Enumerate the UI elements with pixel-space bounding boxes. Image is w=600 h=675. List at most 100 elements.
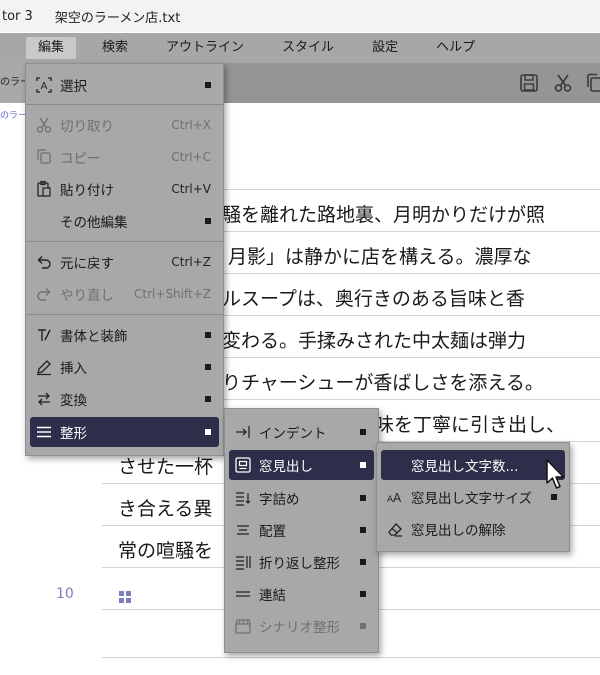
edit-menu: A 選択 切り取り Ctrl+X コピー Ctrl+C 貼り付け Ctrl+V [25,63,224,456]
cut-icon [36,117,52,133]
shortcut-label: Ctrl+C [171,150,211,164]
menu-item-redo[interactable]: やり直し Ctrl+Shift+Z [30,279,219,309]
svg-text:A: A [393,491,402,505]
menu-item-format[interactable]: 整形 [30,417,219,447]
menu-item-other-edit[interactable]: その他編集 [30,206,219,236]
menu-item-indent[interactable]: インデント [229,417,374,447]
menu-lines-icon [37,426,51,438]
menu-item-label: 連結 [259,588,286,604]
menu-item-copy[interactable]: コピー Ctrl+C [30,142,219,172]
menu-item-undo[interactable]: 元に戻す Ctrl+Z [30,247,219,277]
submenu-indicator [360,495,366,501]
submenu-indicator [360,623,366,629]
menu-item-heading-char-count[interactable]: 窓見出し文字数... [381,450,565,480]
menu-item-heading-font-size[interactable]: A A 窓見出し文字サイズ [381,482,565,512]
text-line: が変わる。手揉みされた中太麺は弾力 [203,330,527,352]
menu-item-scenario-format[interactable]: シナリオ整形 [229,611,374,641]
menu-item-label: 窓見出し文字数... [411,459,519,475]
clapperboard-icon [235,619,251,634]
mouse-cursor-icon [546,459,565,489]
font-style-icon [38,329,51,341]
menu-help[interactable]: ヘルプ [424,37,487,59]
file-title: 架空のラーメン店.txt [54,10,181,26]
paste-icon [37,180,51,197]
pen-icon [37,360,51,376]
menu-item-alignment[interactable]: 配置 [229,515,374,545]
title-bar: tor 3 架空のラーメン店.txt [0,0,600,32]
font-size-icon: A A [387,491,402,505]
menu-item-font-decoration[interactable]: 書体と装飾 [30,320,219,350]
menu-item-heading-remove[interactable]: 窓見出しの解除 [381,514,565,544]
join-lines-icon [236,591,250,597]
menu-item-label: やり直し [60,288,114,304]
format-submenu: インデント 窓見出し 字詰め 配置 折り返し整形 連結 シナリオ整形 [224,408,379,653]
menu-style[interactable]: スタイル [270,37,346,59]
menu-item-insert[interactable]: 挿入 [30,352,219,382]
menu-item-label: 変換 [60,393,87,409]
submenu-indicator [205,396,211,402]
menu-item-label: シナリオ整形 [259,620,340,636]
menu-item-label: 挿入 [60,361,87,377]
window-heading-submenu: 窓見出し文字数... A A 窓見出し文字サイズ 窓見出しの解除 [376,442,570,552]
submenu-indicator [205,218,211,224]
submenu-indicator [360,591,366,597]
submenu-indicator [205,332,211,338]
window-heading-icon [235,457,251,473]
svg-text:A: A [41,81,48,92]
submenu-indicator [551,494,557,500]
menu-item-label: 窓見出し文字サイズ [411,491,533,507]
menu-bar: 編集 検索 アウトライン スタイル 設定 ヘルプ [0,33,600,63]
menu-item-wrap-format[interactable]: 折り返し整形 [229,547,374,577]
menu-item-label: 選択 [60,79,87,95]
menu-item-label: コピー [60,151,101,167]
menu-item-label: 書体と装飾 [60,329,128,345]
wrap-text-icon [236,556,251,570]
menu-edit[interactable]: 編集 [26,37,77,59]
menu-item-label: 窓見出しの解除 [411,523,506,539]
menu-search[interactable]: 検索 [90,37,140,59]
select-text-icon: A [36,77,52,93]
menu-item-cut[interactable]: 切り取り Ctrl+X [30,110,219,140]
menu-item-label: 字詰め [259,492,300,508]
redo-icon [37,288,51,301]
menu-item-label: 配置 [259,524,286,540]
grid-icon[interactable] [119,591,131,603]
line-number: 10 [56,586,74,602]
submenu-indicator [360,429,366,435]
menu-item-label: 整形 [60,426,87,442]
menu-item-label: 窓見出し [259,459,313,475]
text-line-rule [102,657,600,658]
app-title: tor 3 [2,8,33,24]
save-icon[interactable] [518,72,540,94]
text-line: き合える異 [118,498,213,520]
swap-arrows-icon [38,392,50,406]
menu-item-join[interactable]: 連結 [229,579,374,609]
text-line: 常の喧騒を [118,540,214,562]
submenu-indicator [360,527,366,533]
menu-settings[interactable]: 設定 [360,37,410,59]
copy-icon[interactable] [584,72,600,94]
submenu-indicator [205,429,211,435]
menu-item-convert[interactable]: 変換 [30,384,219,414]
menu-item-justify[interactable]: 字詰め [229,483,374,513]
menu-divider [26,241,223,242]
menu-item-label: 元に戻す [60,256,114,272]
shortcut-label: Ctrl+V [171,182,211,196]
text-line: 切りチャーシューが香ばしさを添える。 [203,372,544,394]
menu-item-window-heading[interactable]: 窓見出し [229,450,374,480]
eraser-icon [388,523,402,537]
menu-item-paste[interactable]: 貼り付け Ctrl+V [30,174,219,204]
text-line: させた一杯 [118,456,214,478]
menu-outline[interactable]: アウトライン [154,37,256,59]
cut-icon[interactable] [552,72,574,94]
menu-item-label: インデント [259,426,327,442]
text-line: 味を丁寧に引き出し、 [375,414,566,436]
menu-item-select[interactable]: A 選択 [30,70,219,100]
submenu-indicator [360,462,366,468]
copy-icon [37,149,51,164]
submenu-indicator [205,364,211,370]
indent-icon [236,426,250,438]
shortcut-label: Ctrl+Z [171,255,211,269]
align-icon [237,525,249,535]
menu-divider [26,314,223,315]
